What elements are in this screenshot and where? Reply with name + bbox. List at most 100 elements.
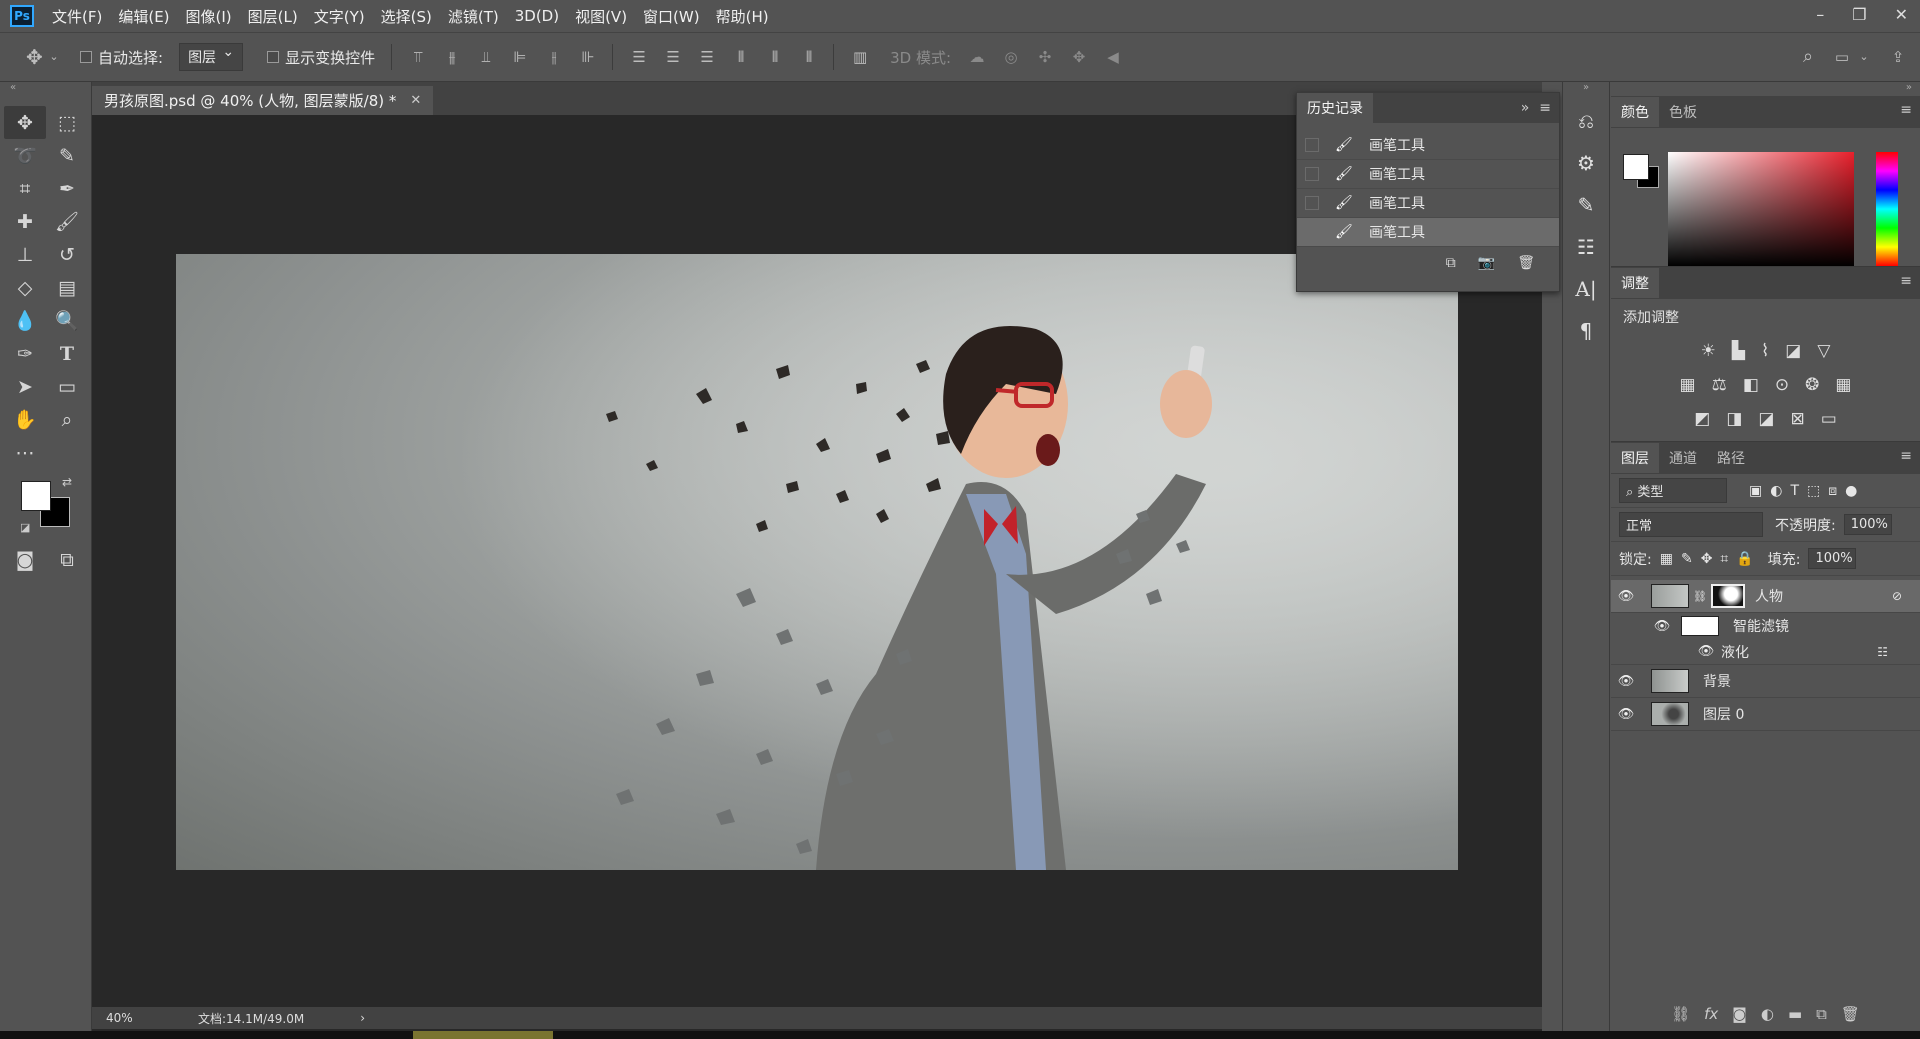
tab-layers[interactable]: 图层 (1611, 443, 1659, 473)
distribute-vcenter-icon[interactable]: ☰ (665, 49, 681, 65)
blend-mode-dropdown[interactable]: 正常 (1619, 512, 1763, 537)
paragraph-panel-icon[interactable]: ¶ (1563, 310, 1609, 352)
menu-3d[interactable]: 3D(D) (515, 7, 559, 25)
tab-swatches[interactable]: 色板 (1659, 97, 1707, 127)
checkbox-box[interactable] (80, 51, 92, 63)
channel-mixer-icon[interactable]: ❂ (1805, 375, 1819, 395)
3d-slide-icon[interactable]: ✥ (1071, 49, 1087, 65)
share-icon[interactable]: ⇪ (1890, 49, 1906, 65)
distribute-left-icon[interactable]: ⦀ (733, 49, 749, 65)
lock-artboard-icon[interactable]: ⌗ (1720, 551, 1728, 567)
history-source-checkbox[interactable] (1305, 138, 1319, 152)
levels-icon[interactable]: ▙ (1732, 341, 1745, 361)
document-tab[interactable]: 男孩原图.psd @ 40% (人物, 图层蒙版/8) * ✕ (92, 86, 434, 115)
history-source-checkbox[interactable] (1305, 196, 1319, 210)
align-top-icon[interactable]: ⫪ (410, 49, 426, 65)
brush-tool-icon[interactable]: 🖌 (46, 205, 88, 238)
foreground-color-swatch[interactable] (21, 481, 51, 511)
invert-icon[interactable]: ◩ (1694, 409, 1710, 429)
3d-scale-icon[interactable]: ◀ (1105, 49, 1121, 65)
workspace-icon[interactable]: ▭ (1834, 49, 1850, 65)
default-colors-icon[interactable]: ◪ (20, 521, 30, 534)
menu-type[interactable]: 文字(Y) (314, 6, 365, 27)
tab-channels[interactable]: 通道 (1659, 443, 1707, 473)
visibility-eye-icon[interactable]: 👁 (1647, 619, 1677, 634)
smart-filter-mask-thumbnail[interactable] (1681, 616, 1719, 636)
history-brush-tool-icon[interactable]: ↺ (46, 238, 88, 271)
panel-grip-icon[interactable]: » (1563, 82, 1609, 96)
new-document-from-state-icon[interactable]: ⧉ (1446, 255, 1456, 271)
layer-row[interactable]: 👁 背景 (1611, 665, 1920, 698)
healing-brush-tool-icon[interactable]: ✚ (4, 205, 46, 238)
lock-image-icon[interactable]: ✎ (1681, 551, 1693, 567)
lock-all-icon[interactable]: 🔒 (1736, 551, 1753, 567)
gradient-map-icon[interactable]: ▭ (1821, 409, 1837, 429)
zoom-level[interactable]: 40% (106, 1011, 186, 1025)
black-white-icon[interactable]: ◧ (1743, 375, 1759, 395)
history-item-selected[interactable]: 🖌 画笔工具 (1297, 218, 1559, 247)
character-panel-icon[interactable]: A| (1563, 268, 1609, 310)
move-tool-icon[interactable]: ✥ (4, 106, 46, 139)
history-item[interactable]: 🖌 画笔工具 (1297, 131, 1559, 160)
filter-smart-object-icon[interactable]: ⧈ (1828, 483, 1837, 499)
auto-select-checkbox[interactable]: 自动选择: (80, 47, 163, 68)
brightness-contrast-icon[interactable]: ☀ (1701, 341, 1716, 361)
vibrance-icon[interactable]: ▽ (1817, 341, 1830, 361)
trash-icon[interactable]: 🗑 (1841, 1005, 1860, 1023)
visibility-eye-icon[interactable]: 👁 (1611, 674, 1641, 689)
layer-name[interactable]: 背景 (1703, 671, 1731, 691)
document-info[interactable]: 文档:14.1M/49.0M (198, 1010, 304, 1027)
align-vcenter-icon[interactable]: ⫵ (444, 49, 460, 65)
panel-grip-icon[interactable]: « (0, 82, 91, 96)
new-layer-icon[interactable]: ⧉ (1816, 1005, 1827, 1023)
filter-type-icon[interactable]: T (1790, 483, 1799, 499)
restore-icon[interactable]: ❐ (1852, 5, 1866, 24)
menu-select[interactable]: 选择(S) (381, 6, 432, 27)
panel-grip-icon[interactable]: » (1611, 82, 1920, 96)
type-tool-icon[interactable]: T (46, 337, 88, 370)
filter-shape-icon[interactable]: ⬚ (1807, 483, 1820, 499)
color-lookup-icon[interactable]: ▦ (1835, 375, 1851, 395)
visibility-eye-icon[interactable]: 👁 (1611, 589, 1641, 604)
collapse-panel-icon[interactable]: » (1521, 100, 1530, 116)
filter-liquify-row[interactable]: 👁 液化 ☷ (1611, 639, 1920, 665)
auto-align-icon[interactable]: ▥ (852, 49, 868, 65)
eraser-tool-icon[interactable]: ◇ (4, 271, 46, 304)
filter-pixel-icon[interactable]: ▣ (1749, 483, 1762, 499)
filter-adjustment-icon[interactable]: ◐ (1770, 483, 1782, 499)
menu-help[interactable]: 帮助(H) (716, 6, 769, 27)
brush-settings-icon[interactable]: ✎ (1563, 184, 1609, 226)
layer-row[interactable]: 👁 ⛓ 人物 ⊘ (1611, 580, 1920, 613)
curves-icon[interactable]: ⌇ (1761, 341, 1769, 361)
chevron-down-icon[interactable]: ⌄ (1856, 49, 1872, 65)
close-tab-icon[interactable]: ✕ (410, 93, 421, 108)
zoom-tool-icon[interactable]: ⌕ (46, 403, 88, 436)
link-icon[interactable]: ⛓ (1693, 590, 1707, 603)
foreground-color-chip[interactable] (1623, 154, 1649, 180)
link-layers-icon[interactable]: ⛓ (1671, 1005, 1690, 1023)
gradient-tool-icon[interactable]: ▤ (46, 271, 88, 304)
photo-filter-icon[interactable]: ⊙ (1775, 375, 1789, 395)
layer-thumbnail[interactable] (1651, 669, 1689, 693)
quick-select-tool-icon[interactable]: ✎ (46, 139, 88, 172)
smart-filters-row[interactable]: 👁 智能滤镜 (1611, 613, 1920, 639)
menu-edit[interactable]: 编辑(E) (118, 6, 169, 27)
menu-image[interactable]: 图像(I) (186, 6, 232, 27)
3d-pan-icon[interactable]: ✣ (1037, 49, 1053, 65)
history-source-checkbox[interactable] (1305, 225, 1319, 239)
minimize-icon[interactable]: – (1816, 5, 1824, 24)
search-icon[interactable]: ⌕ (1800, 48, 1816, 66)
hand-tool-icon[interactable]: ✋ (4, 403, 46, 436)
selective-color-icon[interactable]: ⊠ (1790, 409, 1804, 429)
chevron-right-icon[interactable]: › (360, 1011, 365, 1025)
panel-menu-icon[interactable]: ≡ (1900, 273, 1912, 289)
distribute-top-icon[interactable]: ☰ (631, 49, 647, 65)
close-icon[interactable]: ✕ (1895, 5, 1908, 24)
adjustments-sliders-icon[interactable]: ☷ (1563, 226, 1609, 268)
image-canvas[interactable] (176, 254, 1458, 870)
hue-saturation-icon[interactable]: ▦ (1680, 375, 1696, 395)
snapshot-camera-icon[interactable]: 📷 (1478, 255, 1495, 271)
taskbar-active-item[interactable] (413, 1031, 553, 1039)
lasso-tool-icon[interactable]: ➰ (4, 139, 46, 172)
align-left-icon[interactable]: ⊫ (512, 49, 528, 65)
